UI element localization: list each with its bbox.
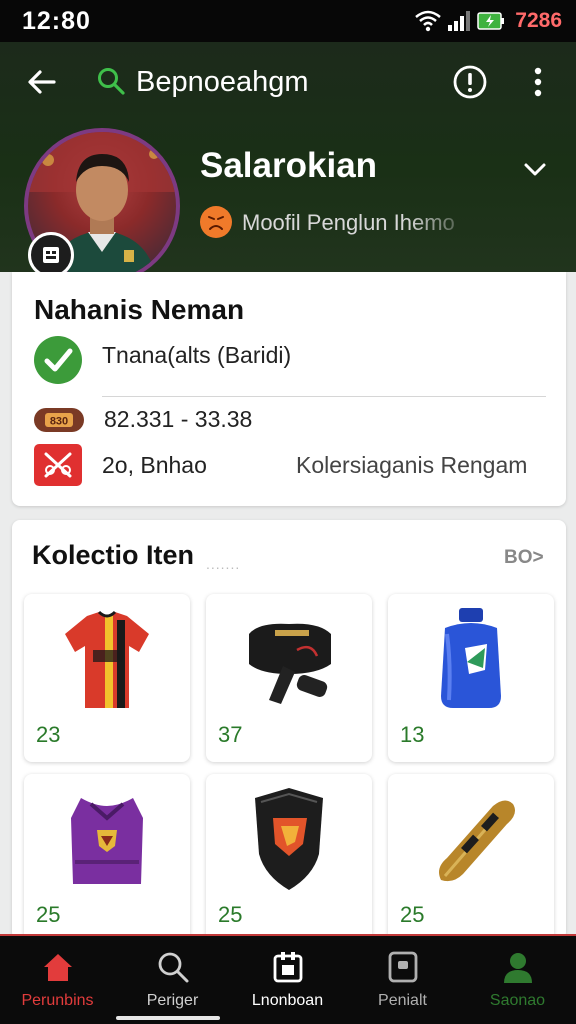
nav-item-profile[interactable]: Saonao	[460, 936, 575, 1024]
nav-label: Perunbins	[21, 992, 94, 1009]
profile-subtitle: Moofil Penglun Ihemo	[242, 210, 455, 235]
profile-name: Salarokian	[200, 146, 378, 185]
section-dots: .......	[206, 556, 241, 572]
nav-item-home[interactable]: Perunbins	[0, 936, 115, 1024]
bag-icon	[249, 623, 331, 704]
divider	[102, 396, 546, 397]
bottom-nav: Perunbins Periger Lnonboan Penialt Saona…	[0, 934, 576, 1024]
wifi-icon	[415, 10, 442, 32]
value-text: 82.331 - 33.38	[104, 406, 253, 432]
nav-item-device[interactable]: Penialt	[345, 936, 460, 1024]
collection-card: Kolectio Iten ....... BO> 23 37 13 25 25…	[12, 520, 566, 940]
item-tile[interactable]: 23	[24, 594, 190, 762]
nav-label: Periger	[146, 992, 199, 1009]
section-title: Kolectio Iten	[32, 540, 195, 570]
count-text: 2o, Bnhao	[102, 452, 207, 478]
back-arrow-icon[interactable]	[24, 64, 60, 100]
profile-header: Bepnoeahgm Salarokian Moofil Penglun Ihe…	[0, 42, 576, 284]
item-tile[interactable]: 37	[206, 594, 372, 762]
nav-item-search[interactable]: Periger	[115, 936, 230, 1024]
home-indicator	[116, 1016, 220, 1020]
shield-icon	[255, 788, 323, 890]
card-title: Nahanis Neman	[34, 294, 245, 325]
item-tile[interactable]: 25	[388, 774, 554, 940]
home-icon	[44, 954, 72, 981]
status-time: 12:80	[22, 7, 91, 35]
battery-icon	[477, 12, 505, 30]
status-icons: 7286	[415, 9, 562, 33]
vest-icon	[71, 798, 143, 884]
item-count: 25	[218, 902, 243, 927]
calendar-icon	[273, 952, 303, 983]
angry-face-icon	[200, 206, 232, 238]
status-bar: 12:80 7286	[0, 0, 576, 42]
value-badge-icon: 830	[34, 408, 84, 432]
nav-label: Penialt	[378, 992, 427, 1009]
search-icon[interactable]	[96, 66, 126, 96]
value-badge-text: 830	[50, 416, 68, 428]
jersey-icon	[65, 610, 149, 708]
chevron-down-icon[interactable]	[518, 152, 552, 186]
game-icon	[34, 444, 82, 486]
item-tile[interactable]: 13	[388, 594, 554, 762]
trophy-icon	[439, 800, 515, 882]
more-vert-icon[interactable]	[524, 64, 552, 100]
info-card: Nahanis Neman Tnana(alts (Baridi) 830 82…	[12, 272, 566, 506]
item-count: 23	[36, 722, 61, 747]
bottle-icon	[441, 608, 501, 708]
item-count: 25	[400, 902, 425, 927]
item-count: 25	[36, 902, 61, 927]
signal-icon	[448, 11, 471, 31]
status-text: Tnana(alts (Baridi)	[102, 342, 292, 368]
item-count: 37	[218, 722, 243, 747]
device-icon	[388, 951, 418, 983]
search-query[interactable]: Bepnoeahgm	[136, 66, 309, 99]
item-tile[interactable]: 25	[206, 774, 372, 940]
see-all-button[interactable]: BO>	[504, 547, 544, 569]
battery-text: 7286	[515, 9, 562, 32]
item-tile[interactable]: 25	[24, 774, 190, 940]
search-icon	[158, 952, 189, 983]
profile-icon	[504, 953, 532, 983]
check-icon	[34, 336, 82, 384]
info-icon[interactable]	[452, 64, 488, 100]
nav-item-calendar[interactable]: Lnonboan	[230, 936, 345, 1024]
nav-label: Lnonboan	[251, 992, 324, 1009]
item-count: 13	[400, 722, 425, 747]
collection-link[interactable]: Kolersiaganis Rengam	[296, 452, 527, 479]
nav-label: Saonao	[489, 992, 546, 1009]
